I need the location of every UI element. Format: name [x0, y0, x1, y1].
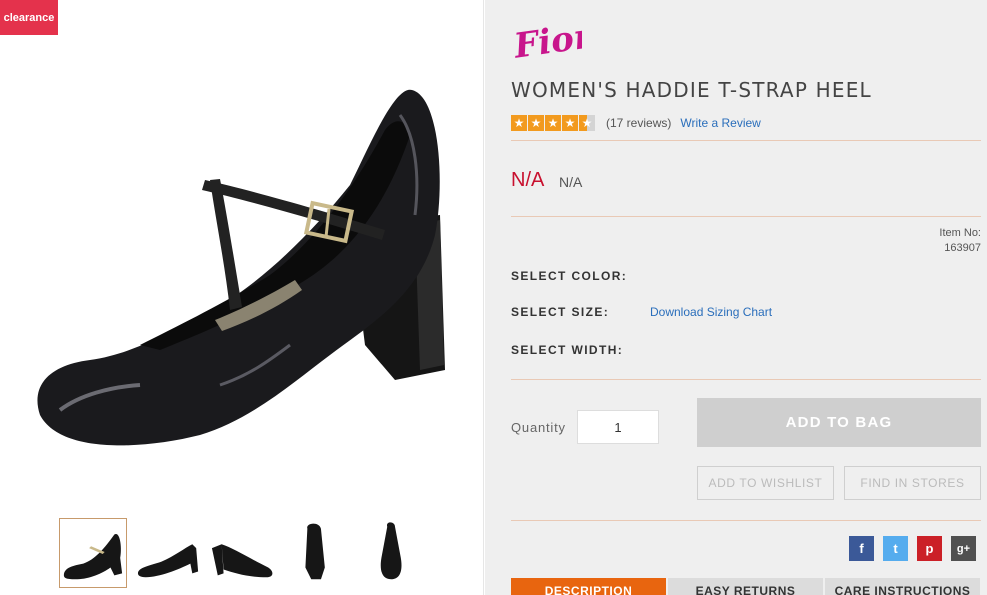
star-icon: ★ [528, 115, 544, 131]
main-product-image[interactable] [20, 75, 460, 465]
find-in-stores-button[interactable]: FIND IN STORES [844, 466, 981, 500]
clearance-badge: clearance [0, 0, 58, 35]
sale-price: N/A [511, 169, 545, 191]
sizing-chart-link[interactable]: Download Sizing Chart [650, 305, 772, 319]
brand-logo[interactable]: Fioni [512, 12, 582, 64]
product-info-tabs: DESCRIPTION EASY RETURNS CARE INSTRUCTIO… [511, 578, 980, 595]
quantity-input[interactable] [577, 410, 659, 444]
add-to-wishlist-button[interactable]: ADD TO WISHLIST [697, 466, 834, 500]
select-size-label: SELECT SIZE: [511, 305, 610, 319]
divider [511, 140, 981, 141]
select-width-label: SELECT WIDTH: [511, 343, 624, 357]
star-icon: ★ [511, 115, 527, 131]
tab-care-instructions[interactable]: CARE INSTRUCTIONS [825, 578, 980, 595]
star-icon: ★ [545, 115, 561, 131]
thumbnail-5[interactable] [361, 518, 429, 588]
thumbnail-4[interactable] [285, 518, 353, 588]
product-rating: ★ ★ ★ ★ ★ (17 reviews) Write a Review [511, 115, 761, 131]
item-number-label: Item No: [939, 227, 981, 239]
tab-description[interactable]: DESCRIPTION [511, 578, 666, 595]
half-star-icon: ★ [579, 115, 595, 131]
thumbnail-2[interactable] [135, 518, 203, 588]
svg-text:Fioni: Fioni [512, 14, 582, 64]
item-number: Item No: 163907 [939, 226, 981, 256]
pinterest-icon[interactable]: p [917, 536, 942, 561]
add-to-bag-button[interactable]: ADD TO BAG [697, 398, 981, 447]
product-details: Fioni WOMEN'S HADDIE T-STRAP HEEL ★ ★ ★ … [485, 0, 987, 595]
product-gallery: clearance [0, 0, 484, 595]
quantity-label: Quantity [511, 420, 566, 435]
divider [511, 216, 981, 217]
social-share: f t p g+ [849, 536, 976, 561]
thumbnail-1[interactable] [59, 518, 127, 588]
twitter-icon[interactable]: t [883, 536, 908, 561]
star-rating: ★ ★ ★ ★ ★ [511, 115, 596, 131]
divider [511, 520, 981, 521]
thumbnail-strip [59, 518, 429, 588]
divider [511, 379, 981, 380]
original-price: N/A [559, 174, 583, 190]
product-title: WOMEN'S HADDIE T-STRAP HEEL [511, 78, 872, 102]
google-plus-icon[interactable]: g+ [951, 536, 976, 561]
thumbnail-3[interactable] [209, 518, 277, 588]
tab-easy-returns[interactable]: EASY RETURNS [668, 578, 823, 595]
write-review-link[interactable]: Write a Review [680, 116, 760, 130]
select-color-label: SELECT COLOR: [511, 269, 628, 283]
star-icon: ★ [562, 115, 578, 131]
item-number-value: 163907 [944, 242, 981, 254]
review-count[interactable]: (17 reviews) [606, 116, 671, 130]
facebook-icon[interactable]: f [849, 536, 874, 561]
